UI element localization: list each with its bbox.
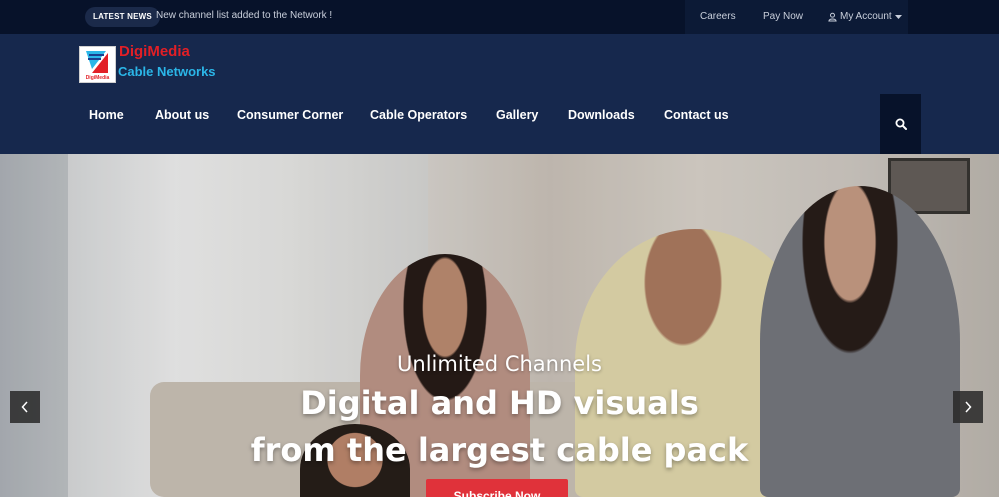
slider-next-button[interactable] <box>953 391 983 423</box>
hero-subtitle: Unlimited Channels <box>397 352 602 376</box>
hero-slider: Unlimited Channels Digital and HD visual… <box>0 154 999 497</box>
slider-prev-button[interactable] <box>10 391 40 423</box>
logo-mark[interactable]: DigiMedia <box>79 46 116 83</box>
nav-about-us[interactable]: About us <box>155 108 209 123</box>
logo-title: DigiMedia <box>119 43 190 60</box>
nav-home[interactable]: Home <box>89 108 124 123</box>
my-account-dropdown[interactable]: My Account <box>828 10 902 24</box>
nav-consumer-corner[interactable]: Consumer Corner <box>237 108 343 123</box>
caret-down-icon <box>894 14 902 19</box>
logo-mark-text: DigiMedia <box>86 75 110 81</box>
logo-subtitle: Cable Networks <box>118 64 216 79</box>
subscribe-now-button[interactable]: Subscribe Now <box>426 479 568 497</box>
nav-downloads[interactable]: Downloads <box>568 108 635 123</box>
logo-icon: DigiMedia <box>80 47 115 82</box>
my-account-label: My Account <box>840 11 892 22</box>
user-icon <box>828 12 837 22</box>
hero-title-line2: from the largest cable pack <box>250 431 749 469</box>
latest-news-badge: LATEST NEWS <box>85 7 160 27</box>
careers-link[interactable]: Careers <box>700 11 736 23</box>
news-ticker[interactable]: New channel list added to the Network ! <box>156 10 332 22</box>
nav-contact-us[interactable]: Contact us <box>664 108 729 123</box>
pay-now-link[interactable]: Pay Now <box>763 11 803 23</box>
search-button[interactable] <box>880 94 921 154</box>
search-icon <box>895 118 907 130</box>
chevron-right-icon <box>965 401 972 413</box>
nav-cable-operators[interactable]: Cable Operators <box>370 108 467 123</box>
nav-gallery[interactable]: Gallery <box>496 108 538 123</box>
hero-title-line1: Digital and HD visuals <box>300 384 699 422</box>
chevron-left-icon <box>21 401 28 413</box>
